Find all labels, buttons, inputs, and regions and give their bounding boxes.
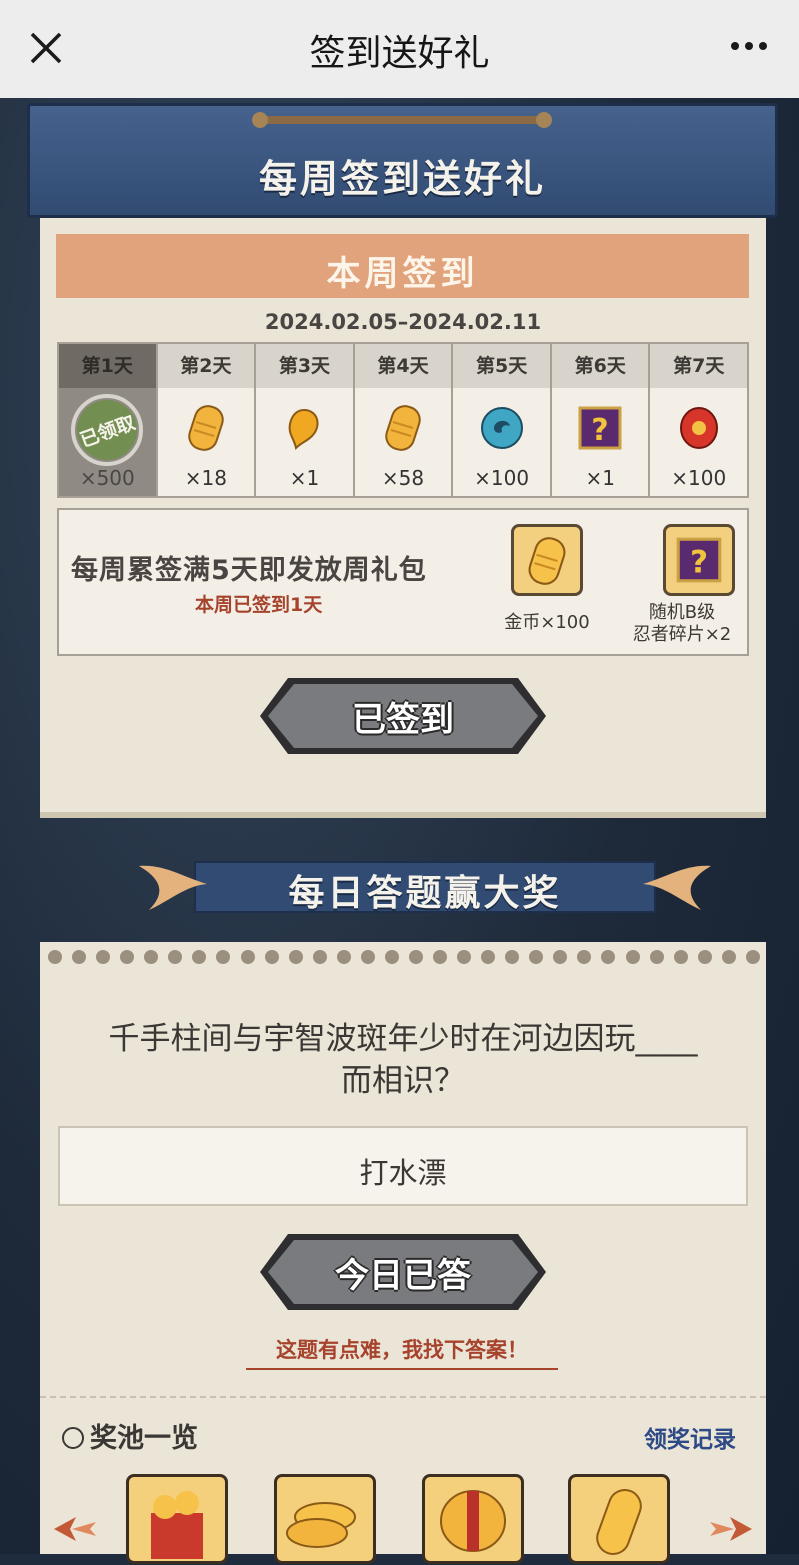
gold-coin-icon (528, 537, 566, 585)
weekly-progress: 本周已签到1天 (195, 594, 323, 616)
day-cell-6: 第6天 ? ×1 (551, 344, 651, 496)
day-cell-3: 第3天 ×1 (256, 344, 355, 496)
arrow-left-icon[interactable] (52, 1514, 102, 1544)
gold-pile-icon (286, 1502, 356, 1548)
scroll-knob-right (536, 112, 552, 128)
answer-text: 打水漂 (359, 1156, 447, 1190)
quiz-banner-title: 每日答题赢大奖 (288, 873, 562, 914)
magatama-icon (289, 408, 319, 451)
mystery-shard-icon: ? (578, 406, 622, 450)
prize-item-4[interactable] (568, 1474, 670, 1564)
day-label: 第6天 (551, 344, 649, 388)
scroll-knob-left (252, 112, 268, 128)
quiz-question-line1: 千手柱间与宇智波斑年少时在河边因玩____ (108, 1021, 698, 1057)
arrow-right-icon[interactable] (704, 1514, 754, 1544)
day-label: 第3天 (256, 344, 353, 388)
prize-item-3[interactable] (422, 1474, 524, 1564)
day-qty: ×500 (79, 466, 135, 490)
section-divider (40, 1396, 766, 1400)
weekly-title: 每周累签满5天即发放周礼包 (71, 555, 427, 586)
section-title: 本周签到 (326, 254, 479, 294)
svg-text:?: ? (591, 413, 608, 448)
day-grid: 第1天 已领取 ×500 第2天 ×18 第3天 ×1 第4天 ×58 第5天 … (57, 342, 749, 498)
weekly-reward-shard-label: 随机B级 忍者碎片×2 (619, 602, 745, 646)
top-bar: 签到送好礼 (0, 0, 799, 98)
quiz-question: 千手柱间与宇智波斑年少时在河边因玩____ 而相识？ (58, 1018, 748, 1102)
svg-text:?: ? (690, 544, 708, 580)
weekly-reward-box: 每周累签满5天即发放周礼包 本周已签到1天 金币×100 ? 随机B级 忍者碎片… (57, 508, 749, 656)
quiz-banner: 每日答题赢大奖 (135, 854, 715, 918)
quiz-question-line2: 而相识？ (341, 1063, 465, 1099)
day-qty: ×58 (381, 466, 425, 490)
day-label: 第5天 (453, 344, 550, 388)
weekly-reward-shard: ? (663, 524, 735, 596)
shard-label-line1: 随机B级 (648, 602, 716, 623)
checkin-banner-title: 每周签到送好礼 (258, 157, 546, 201)
find-answer-link[interactable]: 这题有点难，我找下答案！ (246, 1334, 558, 1370)
gold-coin-icon (188, 405, 224, 451)
red-scroll-icon (679, 407, 718, 449)
checked-in-button[interactable]: 已签到 (258, 676, 548, 756)
checkin-banner: 每周签到送好礼 (27, 103, 778, 218)
day-qty: ×1 (289, 466, 320, 490)
prize-pool-label: 奖池一览 (90, 1423, 198, 1454)
day-cell-7: 第7天 ×100 (650, 344, 748, 496)
shuriken-icon (62, 1427, 84, 1449)
reward-records-link[interactable]: 领奖记录 (644, 1420, 736, 1454)
gold-box-icon (151, 1491, 203, 1559)
date-range: 2024.02.05–2024.02.11 (264, 310, 542, 334)
day-qty: ×18 (184, 466, 227, 490)
scroll-rod (258, 116, 548, 124)
gold-coin-icon (596, 1489, 642, 1555)
day-label: 第1天 (59, 344, 156, 388)
weekly-reward-gold-label: 金币×100 (504, 612, 590, 633)
day-cell-4: 第4天 ×58 (354, 344, 454, 496)
answered-today-label: 今日已答 (335, 1256, 471, 1296)
blue-orb-icon (480, 407, 523, 449)
prize-item-2[interactable] (274, 1474, 376, 1564)
weekly-reward-gold (511, 524, 583, 596)
paper-holes (48, 950, 760, 970)
shard-label-line2: 忍者碎片×2 (632, 624, 732, 645)
day-qty: ×100 (474, 466, 530, 490)
prize-pool-title: 奖池一览 (62, 1416, 198, 1455)
day-cell-2: 第2天 ×18 (157, 344, 257, 496)
jade-icon: 已领取 (71, 394, 144, 466)
prize-item-1[interactable] (126, 1474, 228, 1564)
section-header: 本周签到 (56, 234, 749, 298)
checked-in-label: 已签到 (352, 700, 454, 740)
answer-option[interactable]: 打水漂 (58, 1126, 748, 1206)
day-label: 第2天 (157, 344, 255, 388)
more-options-icon[interactable] (729, 36, 769, 56)
checkin-panel: 本周签到 2024.02.05–2024.02.11 第1天 已领取 ×500 … (40, 218, 766, 812)
day-label: 第4天 (354, 344, 452, 388)
day-cell-5: 第5天 ×100 (453, 344, 552, 496)
day-label: 第7天 (650, 344, 748, 388)
gold-stack-icon (440, 1490, 506, 1552)
answered-today-button[interactable]: 今日已答 (258, 1232, 548, 1312)
quiz-panel: 千手柱间与宇智波斑年少时在河边因玩____ 而相识？ 打水漂 今日已答 这题有点… (40, 942, 766, 1564)
page-title: 签到送好礼 (309, 33, 490, 74)
day-qty: ×100 (671, 466, 727, 490)
gold-coin-icon (385, 405, 421, 451)
day-qty: ×1 (585, 466, 615, 490)
mystery-shard-icon: ? (676, 537, 722, 583)
day-cell-1: 第1天 已领取 ×500 (59, 344, 158, 496)
